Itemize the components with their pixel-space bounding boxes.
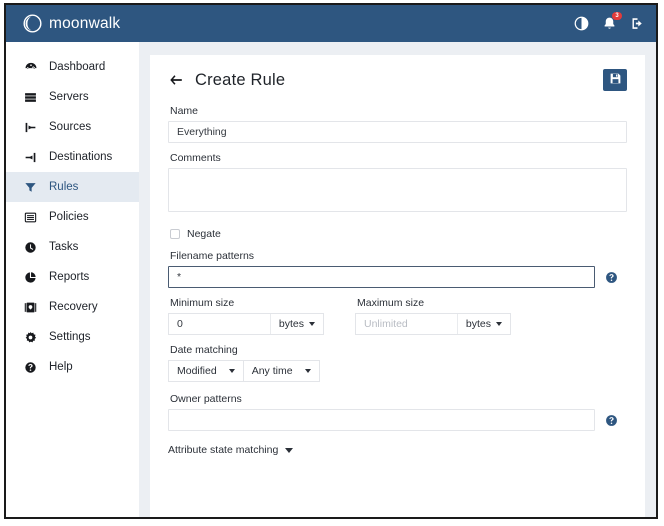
sidebar-item-rules[interactable]: Rules <box>6 172 139 202</box>
maximum-size-input[interactable] <box>356 314 457 334</box>
safe-vault-icon <box>23 301 38 314</box>
owner-patterns-help-icon[interactable] <box>595 414 627 427</box>
sidebar-item-label: Policies <box>49 211 89 223</box>
maximum-size-unit-label: bytes <box>465 318 491 330</box>
save-button[interactable] <box>603 69 627 91</box>
date-matching-label: Date matching <box>170 344 238 356</box>
minimum-size-unit-select[interactable]: bytes <box>269 314 323 334</box>
sidebar-item-recovery[interactable]: Recovery <box>6 292 139 322</box>
comments-textarea[interactable] <box>168 168 627 212</box>
top-bar: moonwalk 3 <box>6 5 656 42</box>
field-group-owner-patterns: Owner patterns <box>168 393 627 431</box>
maximum-size-combo: bytes <box>355 313 511 335</box>
sidebar-item-label: Dashboard <box>49 61 106 73</box>
attribute-state-matching-toggle[interactable]: Attribute state matching <box>168 444 627 456</box>
question-circle-icon <box>23 361 38 374</box>
owner-patterns-row <box>168 409 627 431</box>
contrast-circle-icon[interactable] <box>574 16 589 31</box>
sidebar-item-label: Reports <box>49 271 90 283</box>
attribute-state-matching-label: Attribute state matching <box>168 444 279 456</box>
gauge-icon <box>23 60 38 74</box>
negate-checkbox[interactable] <box>170 229 180 239</box>
filename-patterns-input[interactable] <box>168 266 595 288</box>
app-window: moonwalk 3 Dashboard Servers Sources Des… <box>4 3 658 519</box>
sidebar-item-settings[interactable]: Settings <box>6 322 139 352</box>
chevron-down-icon <box>285 447 294 453</box>
page-header: Create Rule <box>168 69 627 91</box>
owner-patterns-input[interactable] <box>168 409 595 431</box>
maximum-size-unit-select[interactable]: bytes <box>456 314 510 334</box>
date-field-select[interactable]: Modified <box>168 360 244 382</box>
brand-name: moonwalk <box>49 14 121 32</box>
sidebar-item-reports[interactable]: Reports <box>6 262 139 292</box>
chevron-down-icon <box>304 369 311 373</box>
sidebar-item-tasks[interactable]: Tasks <box>6 232 139 262</box>
list-icon <box>23 211 38 224</box>
negate-checkbox-row[interactable]: Negate <box>170 228 627 240</box>
sidebar-item-label: Destinations <box>49 151 113 163</box>
pie-chart-icon <box>23 271 38 284</box>
sign-in-icon <box>23 151 38 164</box>
bell-icon[interactable]: 3 <box>602 12 622 31</box>
server-icon <box>23 91 38 104</box>
date-field-value: Modified <box>177 365 217 377</box>
sidebar-item-policies[interactable]: Policies <box>6 202 139 232</box>
sidebar: Dashboard Servers Sources Destinations R… <box>6 42 139 517</box>
sign-out-icon[interactable] <box>630 16 645 31</box>
name-label: Name <box>170 105 199 117</box>
chevron-down-icon <box>228 369 235 373</box>
sidebar-item-label: Rules <box>49 181 79 193</box>
filename-patterns-help-icon[interactable] <box>595 271 627 284</box>
notification-badge: 3 <box>612 12 622 20</box>
content-gutter: Create Rule Name Everything Comments Neg… <box>139 42 656 517</box>
top-bar-actions: 3 <box>574 12 645 31</box>
chevron-down-icon <box>496 322 502 326</box>
sidebar-item-help[interactable]: Help <box>6 352 139 382</box>
sidebar-item-destinations[interactable]: Destinations <box>6 142 139 172</box>
field-group-comments: Comments <box>168 152 627 217</box>
maximum-size-label: Maximum size <box>357 297 425 309</box>
minimum-size-label: Minimum size <box>170 297 235 309</box>
date-range-select[interactable]: Any time <box>243 360 320 382</box>
field-group-filename-patterns: Filename patterns <box>168 250 627 288</box>
name-input[interactable] <box>168 121 627 143</box>
app-body: Dashboard Servers Sources Destinations R… <box>6 42 656 517</box>
field-group-maximum-size: Maximum size bytes <box>355 297 511 335</box>
field-group-date-matching: Date matching Modified Any time <box>168 344 627 382</box>
size-row: Minimum size bytes Maximum size <box>168 297 627 335</box>
moon-crescent-icon <box>23 14 42 33</box>
filename-patterns-row <box>168 266 627 288</box>
gear-icon <box>23 331 38 344</box>
chevron-down-icon <box>309 322 315 326</box>
sidebar-item-label: Tasks <box>49 241 79 253</box>
comments-label: Comments <box>170 152 221 164</box>
sidebar-item-label: Servers <box>49 91 89 103</box>
minimum-size-combo: bytes <box>168 313 324 335</box>
content-card: Create Rule Name Everything Comments Neg… <box>150 55 645 517</box>
sidebar-item-label: Recovery <box>49 301 98 313</box>
field-group-minimum-size: Minimum size bytes <box>168 297 324 335</box>
minimum-size-input[interactable] <box>169 314 270 334</box>
arrow-left-icon[interactable] <box>168 72 184 88</box>
sidebar-item-sources[interactable]: Sources <box>6 112 139 142</box>
sidebar-item-servers[interactable]: Servers <box>6 82 139 112</box>
page-header-left: Create Rule <box>168 71 285 90</box>
field-group-name: Name <box>168 105 627 143</box>
sidebar-item-label: Settings <box>49 331 91 343</box>
owner-patterns-label: Owner patterns <box>170 393 242 405</box>
negate-label: Negate <box>187 228 221 240</box>
date-range-value: Any time <box>251 365 293 377</box>
date-matching-row: Modified Any time <box>168 360 627 382</box>
sidebar-item-label: Help <box>49 361 73 373</box>
brand-logo[interactable]: moonwalk <box>23 14 120 33</box>
filename-patterns-label: Filename patterns <box>170 250 255 262</box>
minimum-size-unit-label: bytes <box>278 318 304 330</box>
filter-icon <box>23 181 38 194</box>
sign-out-icon <box>23 121 38 134</box>
page-title: Create Rule <box>195 70 286 89</box>
sidebar-item-dashboard[interactable]: Dashboard <box>6 52 139 82</box>
clock-icon <box>23 241 38 254</box>
floppy-save-icon <box>609 72 622 88</box>
sidebar-item-label: Sources <box>49 121 92 133</box>
